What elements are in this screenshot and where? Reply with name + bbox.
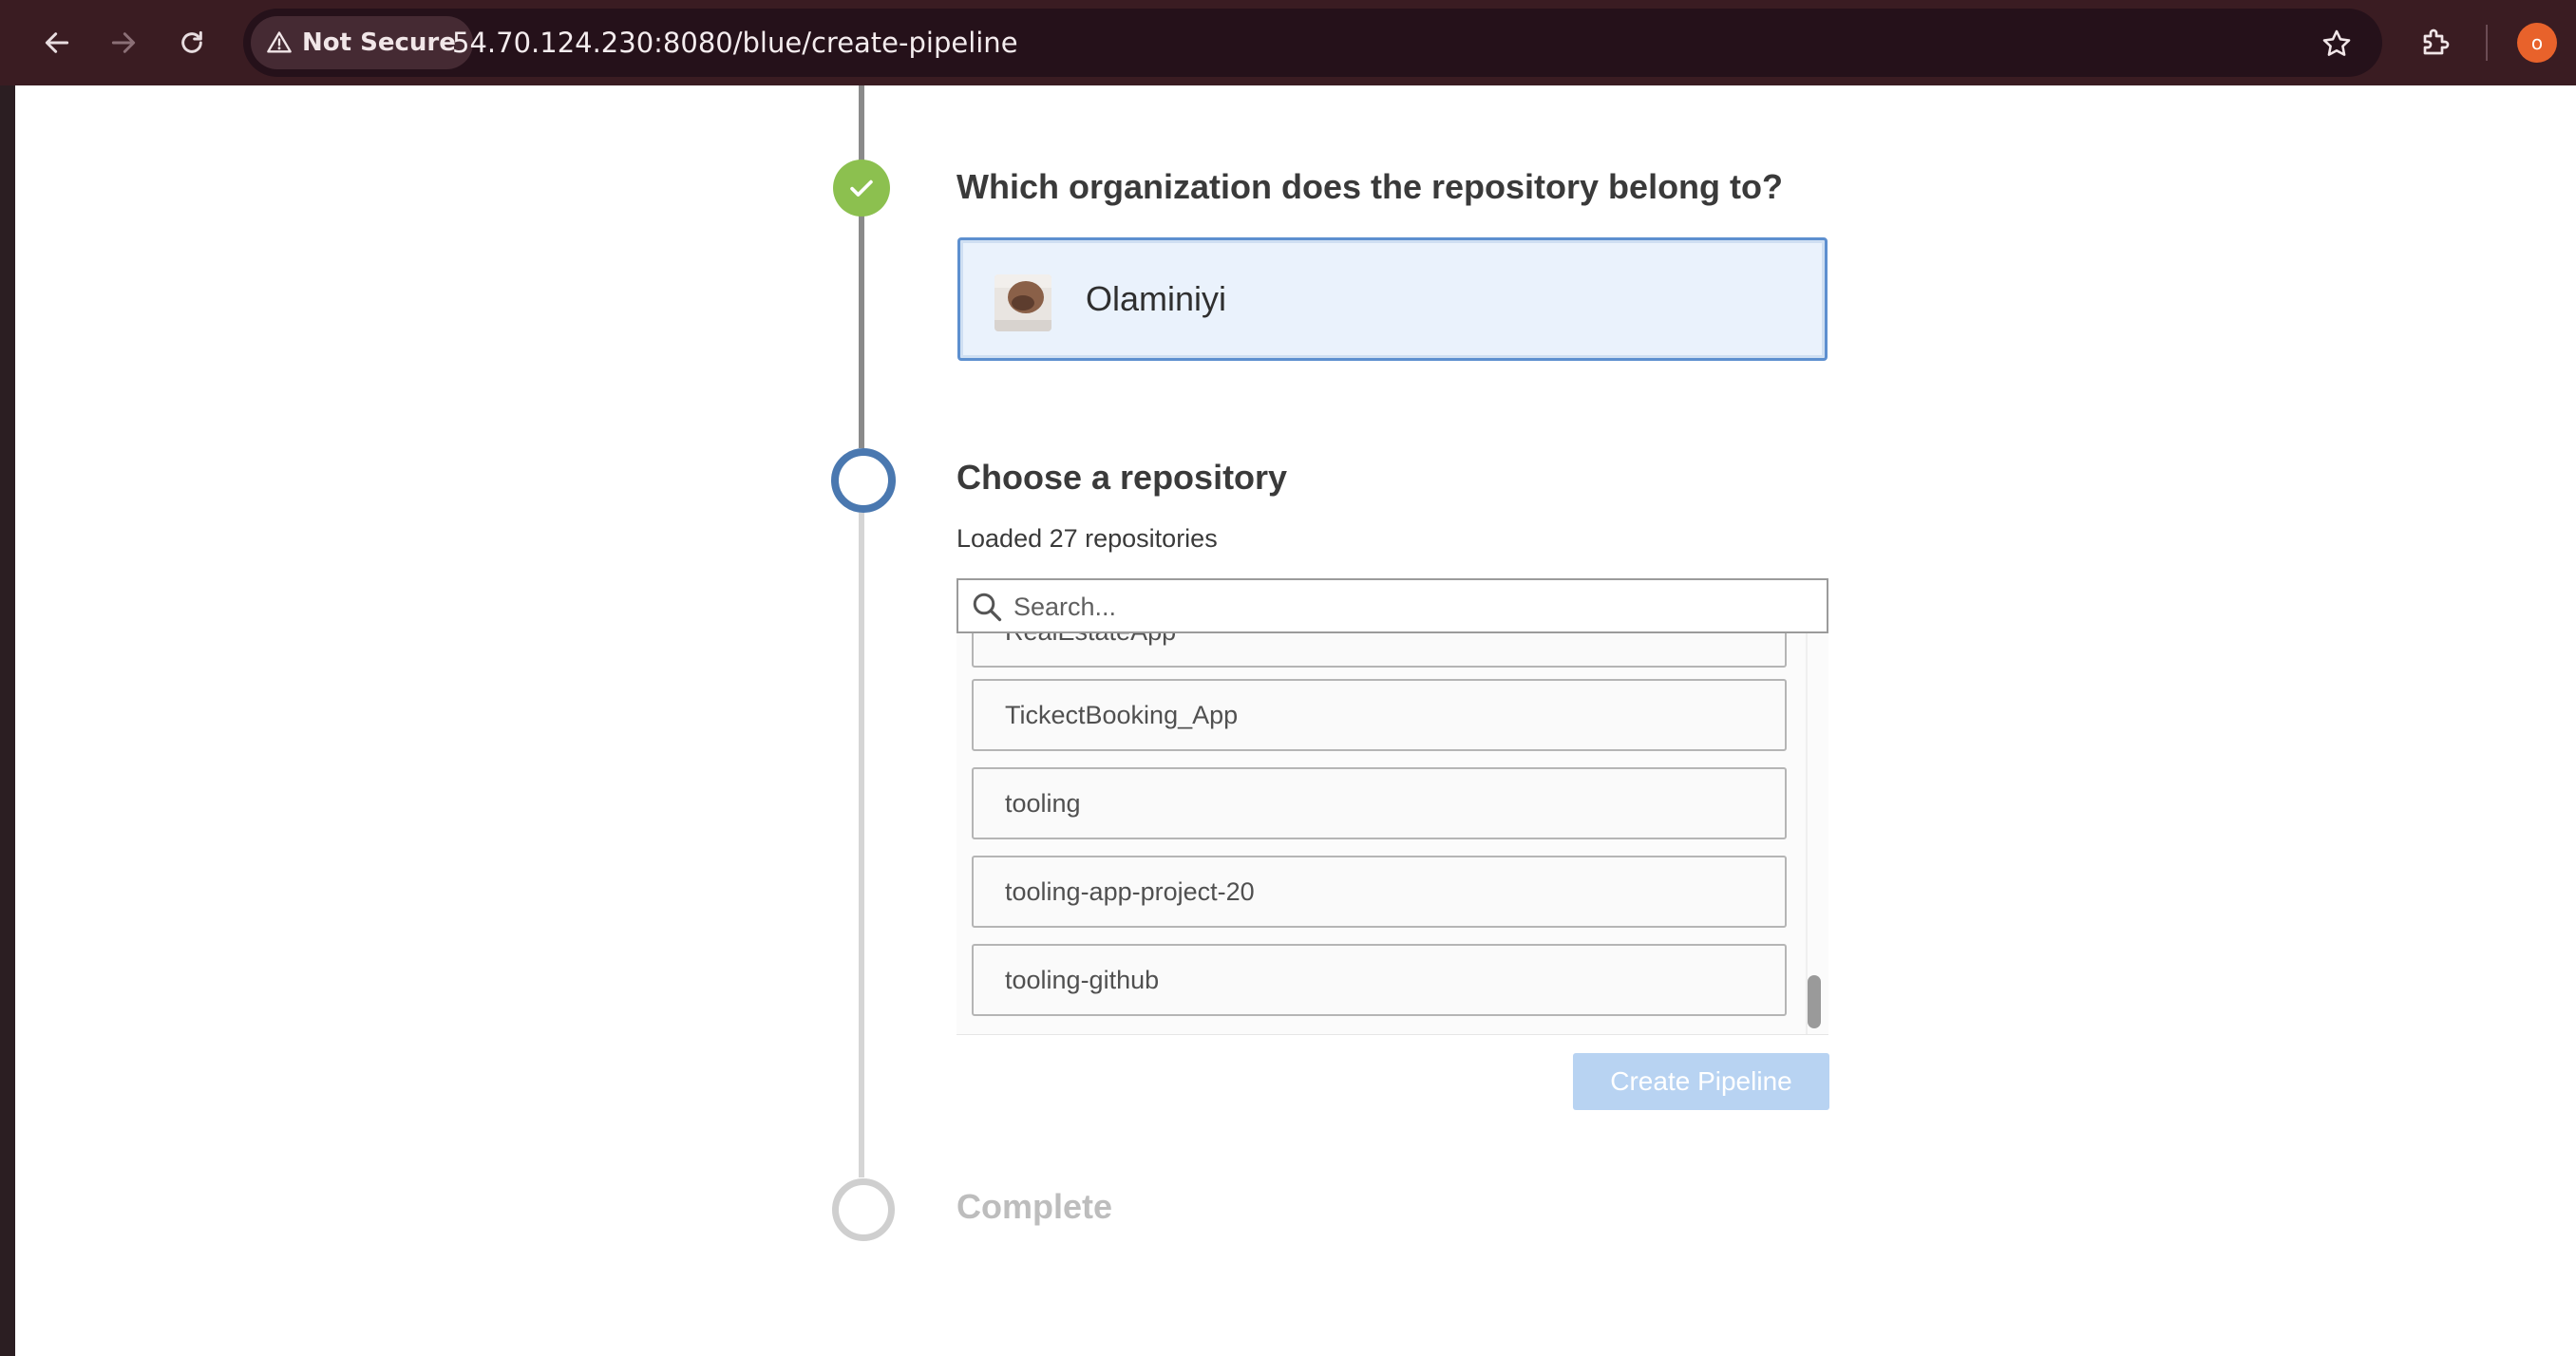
list-item[interactable]: tooling-github [972,944,1787,1016]
reload-icon [181,30,202,53]
list-item[interactable]: TickectBooking_App [972,679,1787,751]
security-label: Not Secure [302,28,456,57]
repository-list[interactable]: RealEstateApp TickectBooking_App tooling… [957,633,1828,1035]
complete-step-title: Complete [957,1187,1113,1226]
step-pending-marker [832,1178,895,1241]
bookmark-button[interactable] [2308,15,2365,72]
org-name: Olaminiyi [1086,279,1227,318]
toolbar-divider [2486,25,2488,61]
reload-button[interactable] [163,14,220,71]
url-text[interactable]: 54.70.124.230:8080/blue/create-pipeline [452,9,1018,77]
browser-toolbar: Not Secure 54.70.124.230:8080/blue/creat… [0,0,2576,85]
forward-button[interactable] [95,14,152,71]
organization-option[interactable]: Olaminiyi [957,237,1828,361]
warning-icon [267,31,292,53]
create-pipeline-button[interactable]: Create Pipeline [1573,1053,1829,1110]
org-avatar [994,274,1051,331]
extensions-button[interactable] [2408,13,2465,70]
timeline-track-pending [859,505,864,1177]
star-icon [2322,29,2351,56]
checkmark-icon [850,179,873,197]
step-active-marker [831,448,896,513]
scrollbar-thumb[interactable] [1808,975,1821,1028]
address-bar[interactable]: Not Secure 54.70.124.230:8080/blue/creat… [243,9,2382,77]
list-item[interactable]: RealEstateApp [972,633,1787,668]
list-item[interactable]: tooling [972,767,1787,839]
profile-avatar[interactable]: o [2517,23,2557,63]
organization-step-title: Which organization does the repository b… [957,167,1784,206]
puzzle-icon [2423,28,2450,55]
step-complete-marker [833,160,890,217]
arrow-left-icon [45,32,69,53]
list-item[interactable]: tooling-app-project-20 [972,856,1787,928]
arrow-right-icon [111,32,136,53]
back-button[interactable] [28,14,85,71]
search-icon [973,593,1002,622]
window-edge [0,0,15,1356]
scrollbar-track[interactable] [1806,633,1808,1034]
timeline-track-completed [859,85,864,448]
repositories-loaded-status: Loaded 27 repositories [957,524,1218,553]
repository-search[interactable] [957,578,1828,633]
security-indicator[interactable]: Not Secure [251,16,473,69]
repository-step-title: Choose a repository [957,458,1288,497]
search-input[interactable] [1012,580,1813,633]
